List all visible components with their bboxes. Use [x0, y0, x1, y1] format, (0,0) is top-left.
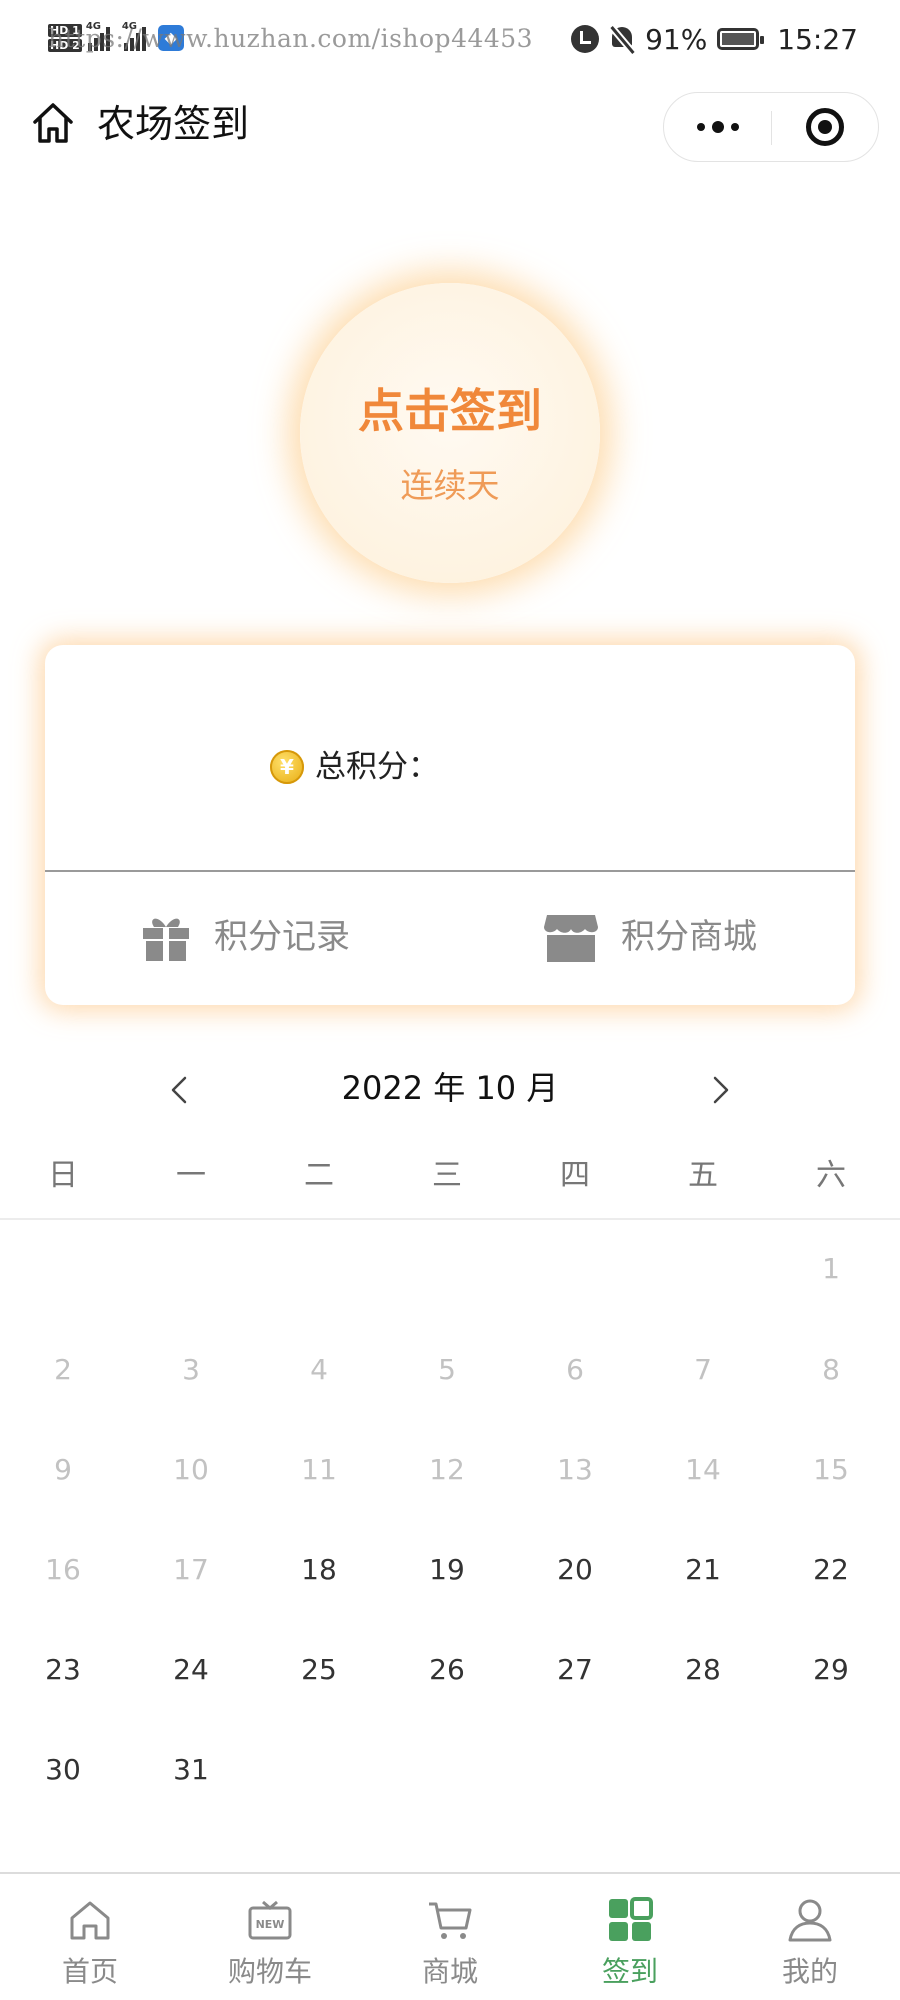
- tab-bar: 首页 NEW 购物车 商城 签到 我的: [0, 1872, 900, 2000]
- calendar-day[interactable]: 11: [279, 1450, 359, 1490]
- weekday-label: 六: [816, 1158, 846, 1193]
- points-mall-label: 积分商城: [621, 917, 757, 957]
- calendar-day[interactable]: 15: [791, 1450, 871, 1490]
- svg-text:NEW: NEW: [256, 1918, 285, 1931]
- calendar-day[interactable]: 7: [663, 1350, 743, 1390]
- page-title: 农场签到: [97, 102, 250, 146]
- calendar-month-title: 2022 年 10 月: [341, 1069, 559, 1107]
- calendar-day[interactable]: 30: [23, 1750, 103, 1790]
- tab-label: 签到: [601, 1955, 658, 1988]
- calendar-day[interactable]: 24: [151, 1650, 231, 1690]
- battery-icon: [717, 28, 765, 50]
- weekday-label: 二: [304, 1158, 334, 1193]
- dot-icon: [730, 123, 739, 131]
- grid-icon: [609, 1897, 653, 1941]
- dot-icon: [711, 121, 724, 133]
- points-card: ¥ 总积分： 积分记录 积分商城: [45, 645, 855, 1005]
- calendar-day[interactable]: 13: [535, 1450, 615, 1490]
- tab-label: 我的: [781, 1955, 838, 1988]
- card-divider: [45, 870, 855, 872]
- sign-in-label: 点击签到: [358, 384, 542, 438]
- weekday-label: 五: [688, 1158, 718, 1193]
- dot-icon: [696, 123, 705, 131]
- tab-cart-new[interactable]: NEW 购物车: [200, 1874, 340, 2000]
- cart-icon: [429, 1902, 472, 1939]
- alarm-icon: [571, 25, 600, 53]
- tab-label: 首页: [61, 1955, 118, 1988]
- calendar-day[interactable]: 22: [791, 1550, 871, 1590]
- streak-label: 连续天: [400, 466, 500, 505]
- calendar-day[interactable]: 5: [407, 1350, 487, 1390]
- points-records-label: 积分记录: [214, 917, 350, 957]
- calendar-day[interactable]: 17: [151, 1550, 231, 1590]
- calendar-day[interactable]: 6: [535, 1350, 615, 1390]
- calendar-day[interactable]: 23: [23, 1650, 103, 1690]
- calendar-day[interactable]: 16: [23, 1550, 103, 1590]
- calendar-day[interactable]: 21: [663, 1550, 743, 1590]
- chevron-right-icon[interactable]: [700, 1070, 740, 1110]
- store-icon: [544, 915, 598, 962]
- calendar-day[interactable]: 10: [151, 1450, 231, 1490]
- tab-mall[interactable]: 商城: [380, 1874, 520, 2000]
- nav-bar: 农场签到: [0, 78, 900, 178]
- weekday-label: 四: [560, 1158, 590, 1193]
- weekday-row: 日一二三四五六: [0, 1148, 900, 1208]
- calendar-day[interactable]: 2: [23, 1350, 103, 1390]
- calendar-day[interactable]: 27: [535, 1650, 615, 1690]
- target-icon: [806, 108, 844, 146]
- calendar-day[interactable]: 29: [791, 1650, 871, 1690]
- calendar-day[interactable]: 4: [279, 1350, 359, 1390]
- tab-mine[interactable]: 我的: [740, 1874, 880, 2000]
- home-icon[interactable]: [30, 100, 76, 146]
- tab-label: 购物车: [227, 1955, 312, 1988]
- points-records-button[interactable]: 积分记录: [140, 907, 350, 967]
- calendar-day[interactable]: 12: [407, 1450, 487, 1490]
- calendar-day[interactable]: 31: [151, 1750, 231, 1790]
- user-icon: [788, 1899, 832, 1942]
- watermark-text: https://www.huzhan.com/ishop44453: [48, 24, 534, 53]
- calendar-day[interactable]: 18: [279, 1550, 359, 1590]
- coin-icon: ¥: [270, 750, 304, 784]
- mute-bell-icon: [609, 25, 635, 53]
- points-mall-button[interactable]: 积分商城: [543, 907, 757, 967]
- new-box-icon: NEW: [248, 1900, 292, 1940]
- calendar-header: 2022 年 10 月: [0, 1060, 900, 1120]
- sign-in-button[interactable]: 点击签到 连续天: [300, 283, 600, 583]
- home-icon: [70, 1901, 110, 1940]
- calendar-divider: [0, 1218, 900, 1220]
- weekday-label: 日: [48, 1158, 78, 1193]
- calendar-day[interactable]: 8: [791, 1350, 871, 1390]
- calendar-day[interactable]: 3: [151, 1350, 231, 1390]
- weekday-label: 一: [176, 1158, 206, 1193]
- calendar-day[interactable]: 26: [407, 1650, 487, 1690]
- calendar-day[interactable]: 25: [279, 1650, 359, 1690]
- tab-label: 商城: [421, 1955, 478, 1988]
- gift-icon: [143, 918, 189, 961]
- calendar-day[interactable]: 14: [663, 1450, 743, 1490]
- weekday-label: 三: [432, 1158, 462, 1193]
- calendar-day[interactable]: 20: [535, 1550, 615, 1590]
- more-button[interactable]: [664, 93, 771, 161]
- close-button[interactable]: [772, 93, 878, 161]
- calendar-day[interactable]: 9: [23, 1450, 103, 1490]
- battery-percent: 91%: [645, 22, 708, 56]
- status-right: 91% 15:27: [571, 18, 858, 60]
- mini-program-capsule: [663, 92, 879, 162]
- tab-sign-in[interactable]: 签到: [560, 1874, 700, 2000]
- status-bar: HD 1 HD 2 4G 4G ◆ https://www.huzhan.com…: [0, 0, 900, 78]
- total-points-label: 总积分：: [315, 749, 439, 785]
- calendar-day[interactable]: 19: [407, 1550, 487, 1590]
- clock: 15:27: [777, 22, 858, 56]
- tab-home[interactable]: 首页: [20, 1874, 160, 2000]
- calendar-day[interactable]: 1: [791, 1249, 871, 1289]
- calendar-day[interactable]: 28: [663, 1650, 743, 1690]
